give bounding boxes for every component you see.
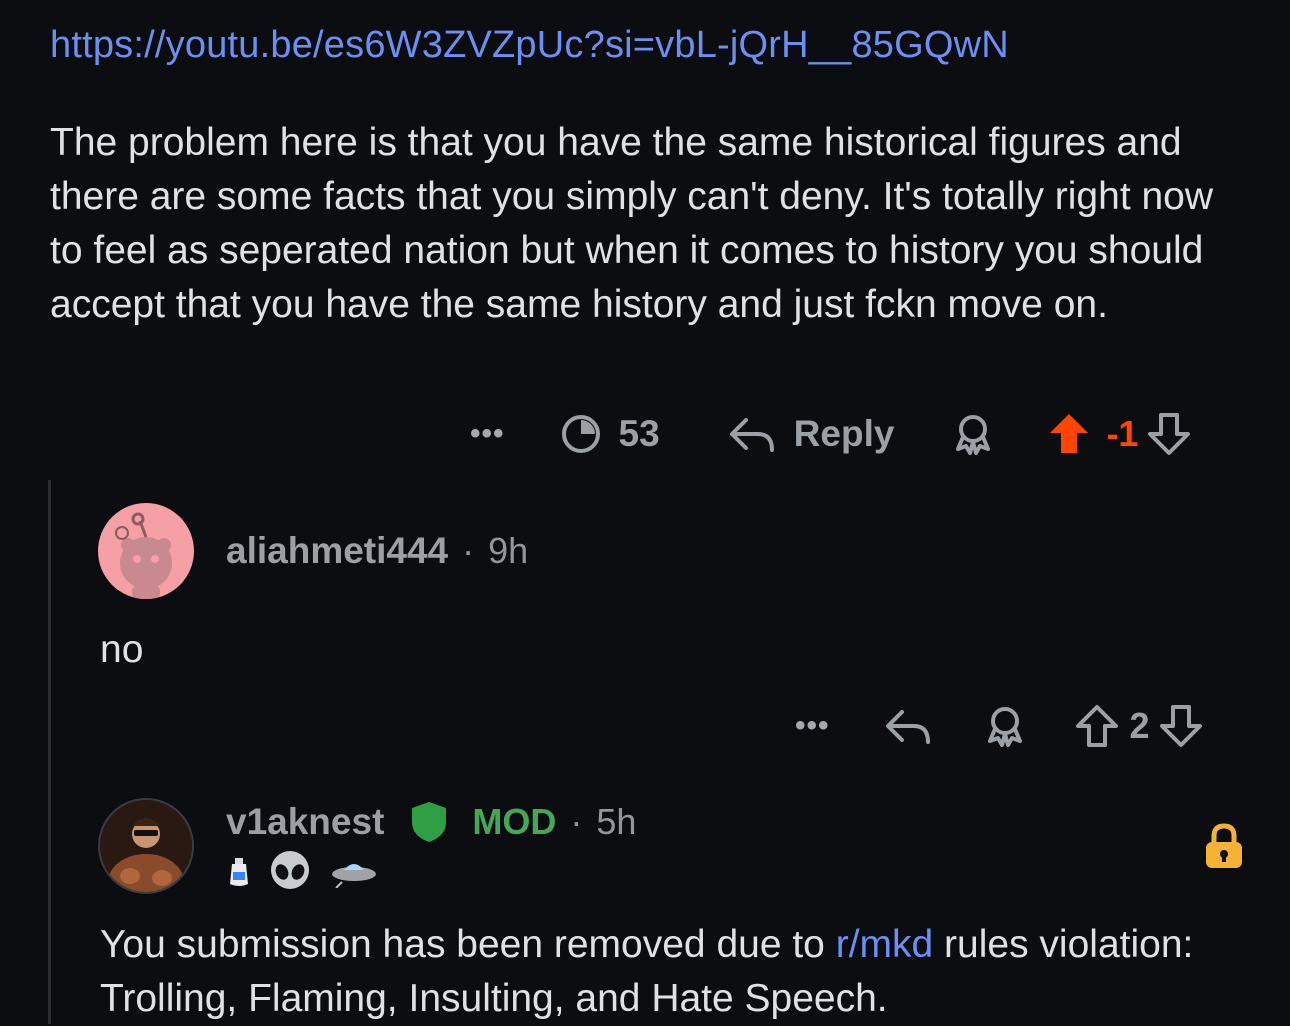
mod-shield-icon <box>410 800 448 844</box>
user-flair <box>228 850 378 899</box>
user-photo-icon <box>100 800 192 892</box>
username[interactable]: v1aknest <box>226 801 384 843</box>
reply-arrow-icon[interactable] <box>884 704 932 748</box>
award-icon[interactable] <box>982 703 1028 749</box>
separator: · <box>570 801 583 842</box>
avatar[interactable] <box>98 503 194 599</box>
upvote-icon[interactable] <box>1074 703 1120 749</box>
youtube-link[interactable]: https://youtu.be/es6W3ZVZpUc?si=vbL-jQrH… <box>50 24 1009 67</box>
ufo-icon <box>330 856 378 893</box>
timestamp: 9h <box>488 530 529 571</box>
potion-icon <box>228 856 250 893</box>
mod-label: MOD <box>472 801 557 842</box>
reply1-action-bar: ••• 2 <box>795 694 1204 758</box>
more-options-button[interactable]: ••• <box>470 419 505 449</box>
subreddit-link[interactable]: r/mkd <box>836 923 934 966</box>
award-timer-icon[interactable] <box>559 412 603 456</box>
reply-button[interactable]: Reply <box>794 413 895 455</box>
comment-action-bar: ••• 53 Reply -1 <box>470 404 1192 464</box>
awards-count: 53 <box>618 413 660 454</box>
separator: · <box>462 530 475 571</box>
vote-score: 2 <box>1129 705 1150 746</box>
removal-message-prefix: You submission has been removed due to <box>100 923 836 966</box>
vote-score: -1 <box>1106 413 1139 454</box>
reply-arrow-icon[interactable] <box>728 412 776 456</box>
reply1-body: no <box>100 628 144 671</box>
reply1-header: aliahmeti444 · 9h <box>226 530 528 572</box>
reply2-header: v1aknest MOD · 5h <box>226 800 636 844</box>
removal-message: You submission has been removed due to r… <box>100 918 1260 1026</box>
thread-line[interactable] <box>48 480 51 1024</box>
downvote-icon[interactable] <box>1158 703 1204 749</box>
award-icon[interactable] <box>950 411 996 457</box>
snoo-avatar-icon <box>115 512 172 599</box>
comment-body: The problem here is that you have the sa… <box>50 121 1214 326</box>
lock-icon <box>1202 822 1246 875</box>
alien-icon <box>268 850 312 899</box>
username[interactable]: aliahmeti444 <box>226 530 448 572</box>
more-options-button[interactable]: ••• <box>795 711 830 741</box>
downvote-icon[interactable] <box>1146 411 1192 457</box>
avatar[interactable] <box>98 798 194 894</box>
upvote-active-icon[interactable] <box>1046 411 1092 457</box>
timestamp: 5h <box>596 801 637 842</box>
